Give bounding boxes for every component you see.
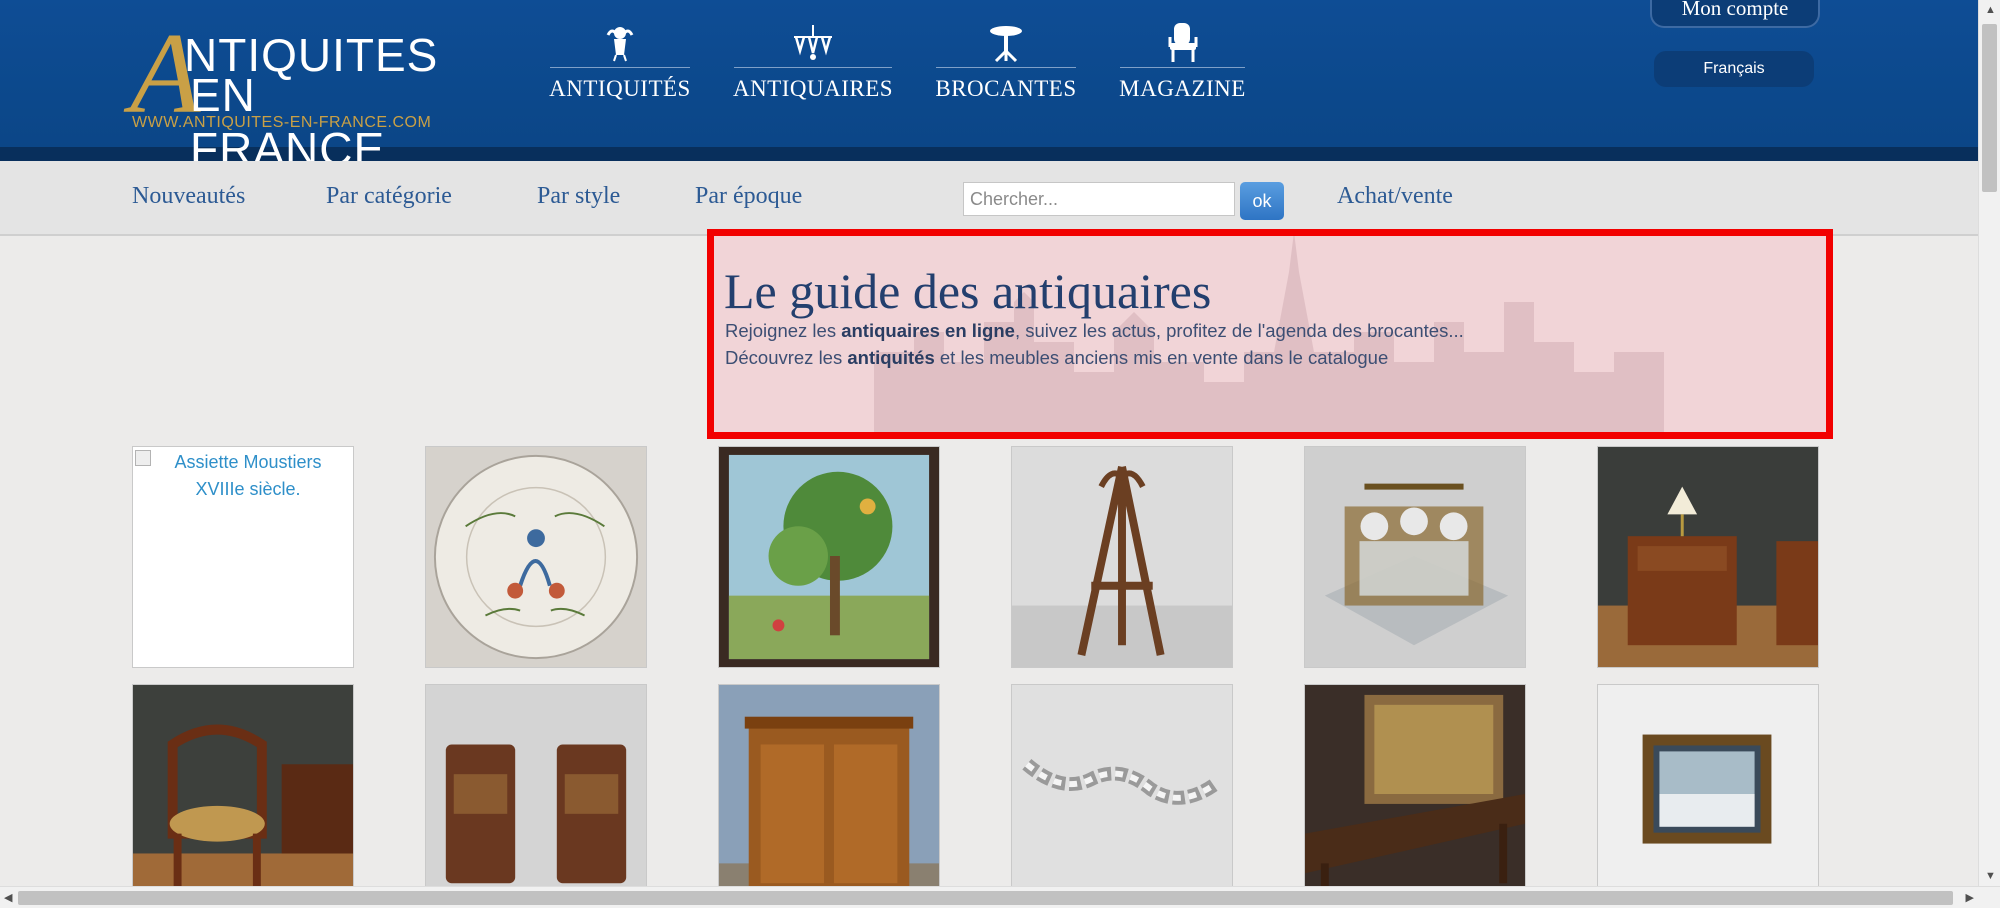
guide-line-1-post: , suivez les actus, profitez de l'agenda…	[1014, 320, 1464, 341]
link-antiquites[interactable]: antiquités	[847, 347, 934, 368]
bracelet-image	[1012, 685, 1232, 905]
logo-url: WWW.ANTIQUITES-EN-FRANCE.COM	[132, 114, 432, 131]
broken-image-icon	[135, 450, 151, 466]
guide-line-2-post: et les meubles anciens mis en vente dans…	[934, 347, 1389, 368]
account-button[interactable]: Mon compte	[1650, 0, 1820, 28]
nightstands-pair-image	[426, 685, 646, 905]
product-thumbnail[interactable]	[425, 446, 647, 668]
sub-nav: Nouveautés Par catégorie Par style Par é…	[0, 161, 1978, 236]
search-input[interactable]	[963, 182, 1235, 216]
product-thumbnail[interactable]	[1304, 446, 1526, 668]
horizontal-scrollbar[interactable]: ◀ ▶	[0, 886, 2000, 908]
guide-line-2: Découvrez les antiquités et les meubles …	[725, 347, 1388, 369]
chandelier-icon	[734, 22, 892, 68]
product-thumbnail[interactable]	[718, 446, 940, 668]
product-thumbnail[interactable]	[1597, 446, 1819, 668]
table-icon	[936, 22, 1076, 68]
subnav-par-categorie[interactable]: Par catégorie	[326, 183, 452, 210]
vertical-scroll-thumb[interactable]	[1982, 24, 1997, 192]
faience-plate-image	[426, 447, 646, 667]
liquor-cabinet-image	[1305, 447, 1525, 667]
framed-painting-image	[1598, 685, 1818, 905]
subnav-nouveautes[interactable]: Nouveautés	[132, 183, 245, 210]
product-thumbnail[interactable]: Assiette Moustiers XVIIIe siècle.	[132, 446, 354, 668]
subnav-par-epoque[interactable]: Par époque	[695, 183, 802, 210]
product-thumbnail[interactable]	[718, 684, 940, 906]
product-thumbnail[interactable]	[132, 684, 354, 906]
cherub-icon	[550, 22, 690, 68]
guide-line-1: Rejoignez les antiquaires en ligne, suiv…	[725, 320, 1464, 342]
chair-icon	[1120, 22, 1245, 68]
nav-antiquaires[interactable]: ANTIQUAIRES	[732, 22, 894, 102]
search-button[interactable]: ok	[1240, 182, 1284, 220]
subnav-achat-vente[interactable]: Achat/vente	[1337, 183, 1453, 210]
subnav-par-style[interactable]: Par style	[537, 183, 620, 210]
language-selector[interactable]: Français	[1654, 51, 1814, 87]
guide-line-1-pre: Rejoignez les	[725, 320, 842, 341]
nav-antiquaires-label: ANTIQUAIRES	[732, 76, 894, 101]
main-nav: ANTIQUITÉS ANTIQUAIRES BROCANTES MAGAZIN…	[549, 22, 1246, 102]
link-antiquaires-en-ligne[interactable]: antiquaires en ligne	[841, 320, 1015, 341]
nav-brocantes-label: BROCANTES	[935, 76, 1077, 101]
nav-magazine[interactable]: MAGAZINE	[1119, 22, 1246, 102]
nav-antiquites-label: ANTIQUITÉS	[549, 76, 691, 101]
vertical-scrollbar[interactable]: ▲ ▼	[1978, 0, 2000, 886]
easel-image	[1012, 447, 1232, 667]
guide-banner: Le guide des antiquaires Rejoignez les a…	[707, 229, 1833, 439]
product-thumbnail[interactable]	[1597, 684, 1819, 906]
nav-antiquites[interactable]: ANTIQUITÉS	[549, 22, 691, 102]
nav-brocantes[interactable]: BROCANTES	[935, 22, 1077, 102]
product-thumbnail[interactable]	[1304, 684, 1526, 906]
scroll-up-icon[interactable]: ▲	[1985, 4, 1996, 16]
site-header: A NTIQUITES EN FRANCE WWW.ANTIQUITES-EN-…	[0, 0, 1978, 175]
product-alt-text: Assiette Moustiers XVIIIe siècle.	[174, 452, 322, 499]
scroll-right-icon[interactable]: ▶	[1966, 891, 1974, 904]
scroll-left-icon[interactable]: ◀	[4, 891, 12, 904]
scroll-down-icon[interactable]: ▼	[1985, 870, 1996, 882]
dining-table-image	[1305, 685, 1525, 905]
product-thumbnail[interactable]	[425, 684, 647, 906]
product-thumbnail[interactable]	[1011, 446, 1233, 668]
armoire-image	[719, 685, 939, 905]
armchair-image	[133, 685, 353, 905]
tapestry-image	[719, 447, 939, 667]
nightstand-image	[1598, 447, 1818, 667]
site-logo[interactable]: A NTIQUITES EN FRANCE WWW.ANTIQUITES-EN-…	[130, 16, 440, 175]
product-thumbnail[interactable]	[1011, 684, 1233, 906]
nav-magazine-label: MAGAZINE	[1119, 76, 1246, 101]
horizontal-scroll-thumb[interactable]	[18, 891, 1953, 905]
guide-line-2-pre: Découvrez les	[725, 347, 848, 368]
guide-title: Le guide des antiquaires	[724, 263, 1212, 319]
